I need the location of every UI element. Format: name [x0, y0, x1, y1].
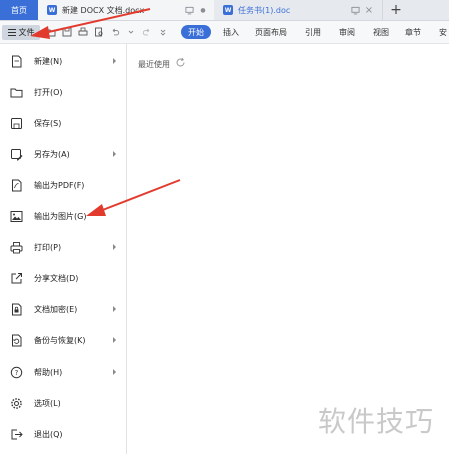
help-icon: ?	[10, 366, 23, 379]
submenu-arrow-icon	[113, 244, 116, 250]
undo-dropdown-icon[interactable]	[125, 26, 137, 38]
refresh-icon[interactable]	[175, 57, 186, 68]
document-tab-title: 任务书(1).doc	[238, 5, 291, 15]
pdf-icon	[10, 179, 23, 192]
tab-bar: 首页 W 新建 DOCX 文档.docx ● W 任务书(1).doc × +	[0, 0, 449, 21]
monitor-icon[interactable]	[348, 3, 362, 17]
file-menu-button[interactable]: 文件	[2, 25, 40, 40]
gear-icon	[10, 397, 23, 410]
print-preview-icon[interactable]	[93, 26, 105, 38]
submenu-arrow-icon	[113, 306, 116, 312]
print-icon[interactable]	[77, 26, 89, 38]
save-icon	[10, 117, 23, 130]
menu-item-share[interactable]: 分享文档(D)	[0, 266, 126, 290]
tab-review[interactable]: 审阅	[339, 27, 355, 38]
file-menu-label: 文件	[18, 28, 35, 37]
home-tab[interactable]: 首页	[0, 0, 38, 20]
menu-item-export-pdf[interactable]: 输出为PDF(F)	[0, 173, 126, 197]
tab-start[interactable]: 开始	[181, 25, 211, 39]
redo-icon[interactable]	[141, 26, 153, 38]
new-doc-icon	[10, 55, 23, 68]
menu-item-label: 帮助(H)	[34, 367, 63, 377]
menu-item-save[interactable]: 保存(S)	[0, 111, 126, 135]
share-icon	[10, 272, 23, 285]
folder-icon	[10, 86, 23, 99]
menu-item-label: 另存为(A)	[34, 149, 70, 159]
lock-icon	[10, 303, 23, 316]
menu-item-label: 选项(L)	[34, 398, 61, 408]
menu-item-encrypt[interactable]: 文档加密(E)	[0, 297, 126, 321]
menu-item-label: 新建(N)	[34, 56, 63, 66]
watermark-text: 软件技巧	[318, 405, 435, 438]
svg-text:?: ?	[15, 369, 19, 377]
quick-access-toolbar	[45, 26, 169, 38]
menu-item-label: 输出为图片(G)	[34, 211, 87, 221]
submenu-arrow-icon	[113, 369, 116, 375]
unsaved-dot-icon: ●	[200, 6, 206, 14]
menu-item-exit[interactable]: 退出(Q)	[0, 422, 126, 446]
menu-item-label: 退出(Q)	[34, 429, 63, 439]
recent-files-title: 最近使用	[138, 60, 170, 69]
submenu-arrow-icon	[113, 58, 116, 64]
menu-item-open[interactable]: 打开(O)	[0, 80, 126, 104]
menu-item-label: 打印(P)	[34, 242, 62, 252]
tab-page-layout[interactable]: 页面布局	[255, 27, 287, 38]
printer-icon	[10, 241, 23, 254]
ribbon-toolbar: 文件 开始 插入 页面布局 引用 审阅 视图 章节 安	[0, 21, 449, 44]
menu-item-label: 保存(S)	[34, 118, 62, 128]
document-tab-1[interactable]: W 新建 DOCX 文档.docx ●	[38, 0, 215, 20]
save-icon[interactable]	[61, 26, 73, 38]
document-tab-title: 新建 DOCX 文档.docx	[62, 5, 145, 15]
menu-item-label: 输出为PDF(F)	[34, 180, 85, 190]
undo-icon[interactable]	[109, 26, 121, 38]
menu-item-new[interactable]: 新建(N)	[0, 49, 126, 73]
menu-item-options[interactable]: 选项(L)	[0, 391, 126, 415]
menu-item-export-image[interactable]: 输出为图片(G)	[0, 204, 126, 228]
menu-item-backup[interactable]: 备份与恢复(K)	[0, 328, 126, 352]
monitor-icon[interactable]	[182, 3, 196, 17]
submenu-arrow-icon	[113, 151, 116, 157]
menu-item-help[interactable]: ? 帮助(H)	[0, 360, 126, 384]
backup-icon	[10, 334, 23, 347]
submenu-arrow-icon	[113, 337, 116, 343]
exit-icon	[10, 428, 23, 441]
menu-item-label: 打开(O)	[34, 87, 63, 97]
close-tab-icon[interactable]: ×	[362, 3, 376, 17]
file-menu-panel: 新建(N) 打开(O) 保存(S) 另存为(A) 输出为PDF(F) 输出为图片…	[0, 44, 127, 454]
menu-item-label: 分享文档(D)	[34, 273, 79, 283]
tab-view[interactable]: 视图	[373, 27, 389, 38]
save-as-icon	[10, 148, 23, 161]
word-doc-icon: W	[47, 5, 57, 15]
tab-chapter[interactable]: 章节	[405, 27, 421, 38]
customize-toolbar-icon[interactable]	[157, 26, 169, 38]
image-icon	[10, 210, 23, 223]
new-tab-button[interactable]: +	[386, 0, 406, 20]
document-tab-2[interactable]: W 任务书(1).doc ×	[214, 0, 383, 20]
tab-insert[interactable]: 插入	[223, 27, 239, 38]
menu-item-label: 备份与恢复(K)	[34, 335, 86, 345]
hamburger-icon	[7, 29, 16, 36]
open-folder-icon[interactable]	[45, 26, 57, 38]
menu-item-print[interactable]: 打印(P)	[0, 235, 126, 259]
tab-security[interactable]: 安	[439, 27, 447, 38]
menu-item-label: 文档加密(E)	[34, 304, 78, 314]
word-doc-icon: W	[223, 5, 233, 15]
tab-references[interactable]: 引用	[305, 27, 321, 38]
menu-item-save-as[interactable]: 另存为(A)	[0, 142, 126, 166]
